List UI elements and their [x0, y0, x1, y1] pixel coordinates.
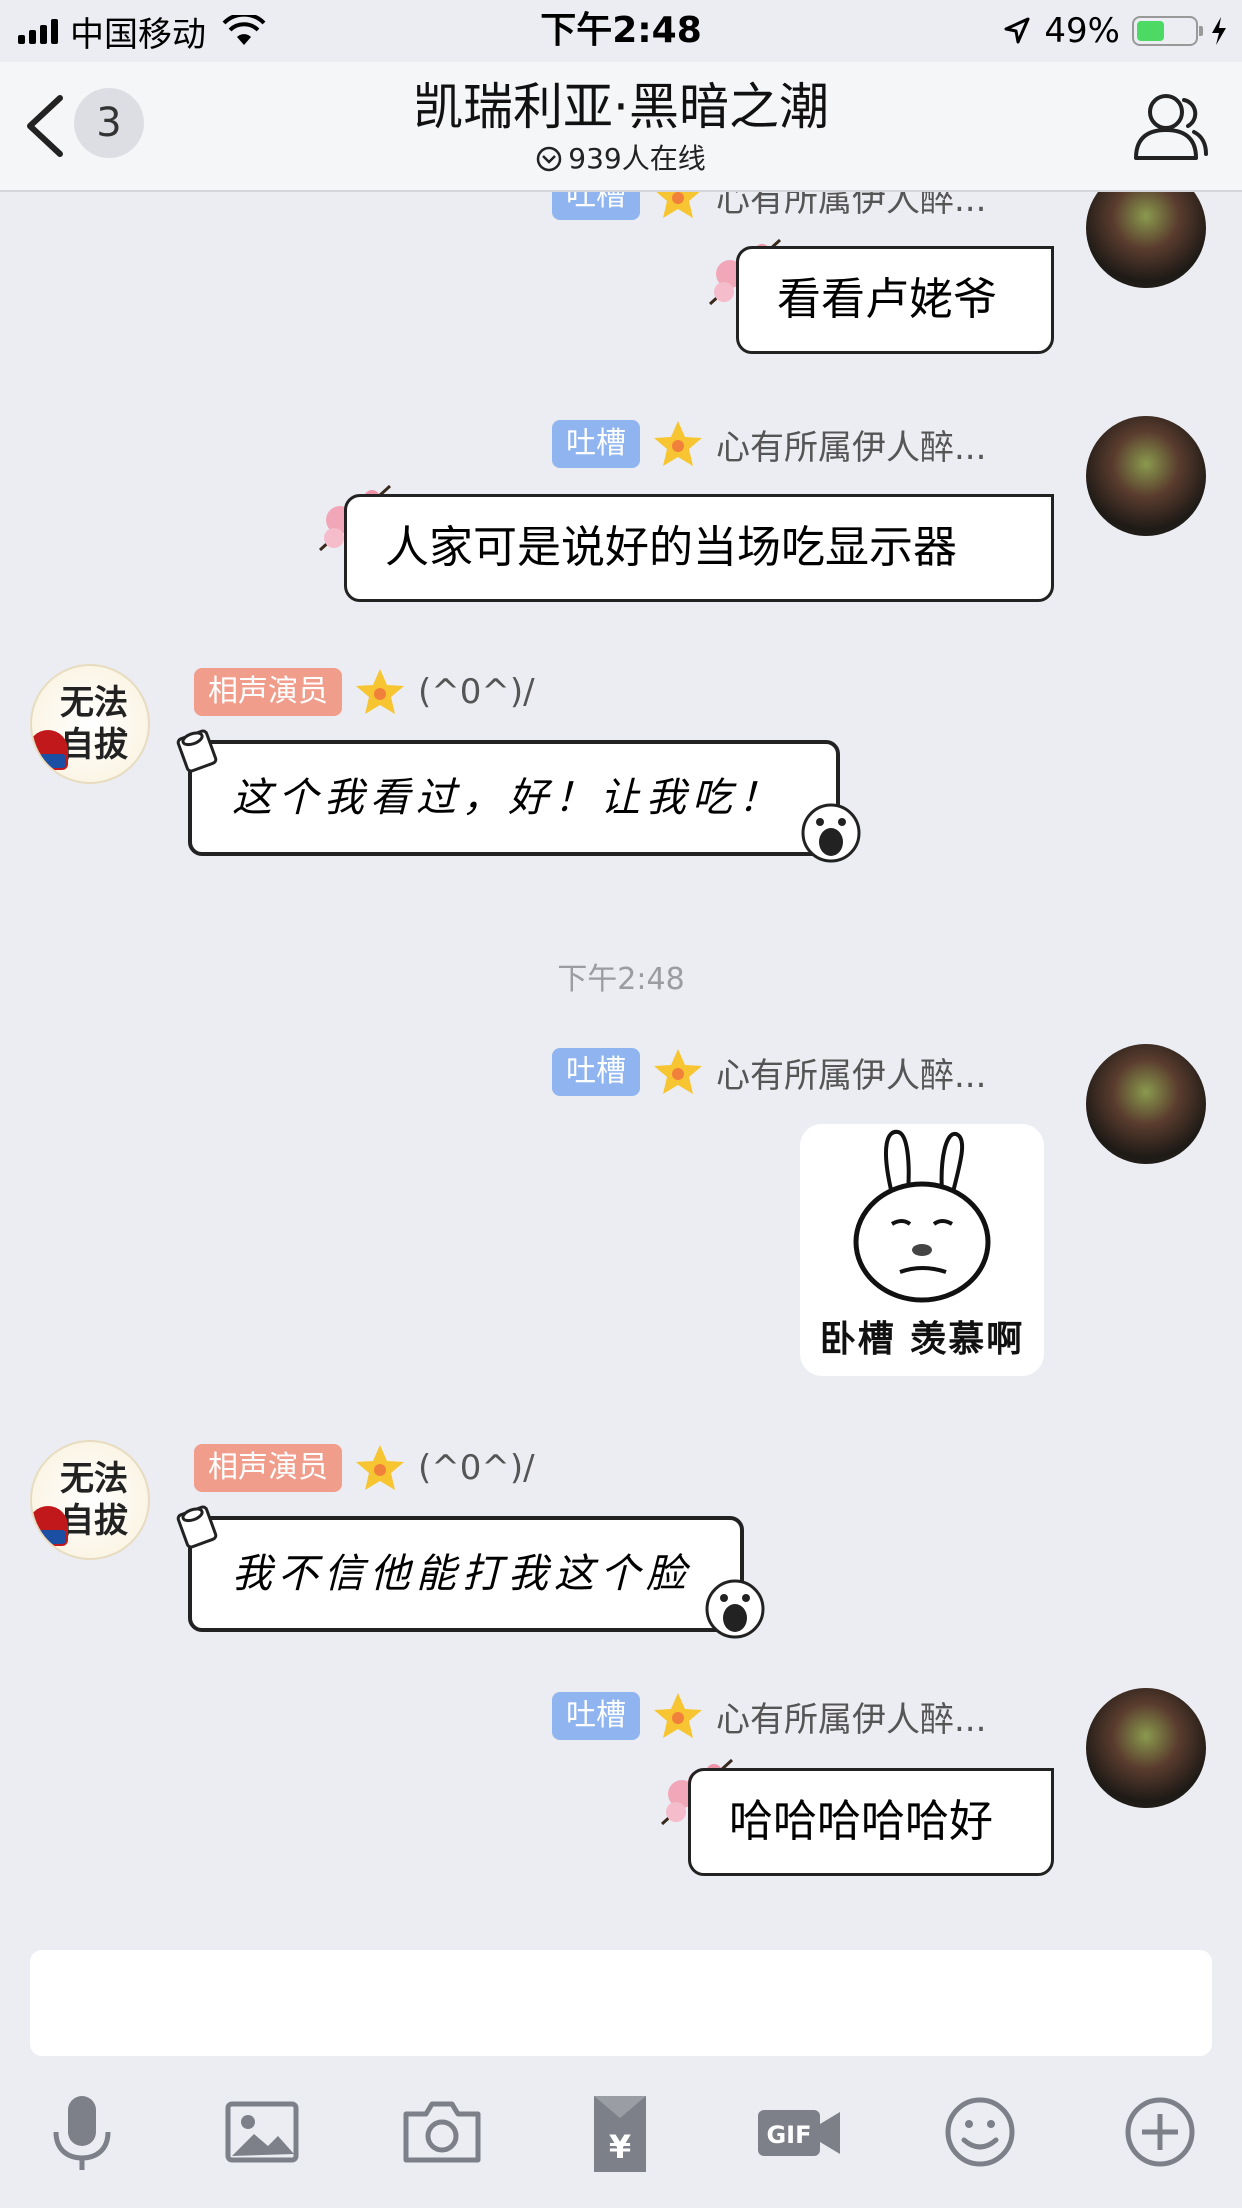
sender-name: (^0^)/: [418, 1448, 535, 1488]
message-text: 看看卢姥爷: [777, 274, 997, 325]
avatar[interactable]: 无法自拔: [30, 1440, 150, 1560]
online-count: 939人在线: [0, 142, 1242, 176]
message-bubble[interactable]: 哈哈哈哈哈好: [688, 1768, 1054, 1876]
svg-text:¥: ¥: [609, 2128, 631, 2166]
message-text: 我不信他能打我这个脸: [232, 1551, 692, 1597]
sender-row: 相声演员 (^0^)/: [194, 666, 535, 718]
star-icon: [356, 1445, 404, 1490]
sender-row: 吐槽 心有所属伊人醉...: [552, 1046, 986, 1098]
avatar[interactable]: [1086, 1044, 1206, 1164]
message-bubble[interactable]: 人家可是说好的当场吃显示器: [344, 494, 1054, 602]
sender-name: 心有所属伊人醉...: [716, 1699, 987, 1740]
message-text: 哈哈哈哈哈好: [729, 1796, 993, 1847]
spiderman-icon: [32, 1506, 68, 1546]
title-tag: 相声演员: [194, 1444, 342, 1492]
sender-row: 吐槽 心有所属伊人醉...: [552, 418, 986, 470]
microphone-icon[interactable]: [38, 2088, 126, 2176]
gif-icon[interactable]: GIF: [756, 2088, 844, 2176]
avatar[interactable]: 无法自拔: [30, 664, 150, 784]
avatar[interactable]: [1086, 1688, 1206, 1808]
sender-name: 心有所属伊人醉...: [716, 1055, 987, 1096]
message-input[interactable]: [30, 1950, 1212, 2056]
toilet-roll-icon: [176, 729, 218, 773]
sender-name: 心有所属伊人醉...: [716, 427, 987, 468]
toilet-roll-icon: [176, 1505, 218, 1549]
title-tag: 相声演员: [194, 668, 342, 716]
star-icon: [654, 421, 702, 466]
star-icon: [356, 669, 404, 714]
chat-area[interactable]: 吐槽 心有所属伊人醉... 看看卢姥爷 吐槽 心有所属伊人醉... 人家可是说好…: [0, 192, 1242, 1947]
bunny-face-icon: [853, 1129, 991, 1303]
time-separator: 下午2:48: [557, 962, 685, 997]
charging-bolt-icon: [1212, 17, 1226, 45]
sender-row: 吐槽 心有所属伊人醉...: [552, 192, 986, 222]
sender-name: (^0^)/: [418, 672, 535, 712]
camera-icon[interactable]: [398, 2088, 486, 2176]
location-arrow-icon: [1004, 17, 1030, 44]
image-icon[interactable]: [218, 2088, 306, 2176]
title-tag: 吐槽: [552, 1048, 640, 1096]
sender-name: 心有所属伊人醉...: [716, 192, 987, 220]
title-tag: 吐槽: [552, 1692, 640, 1740]
online-count-label: 939人在线: [568, 142, 706, 175]
title-tag: 吐槽: [552, 192, 640, 220]
red-packet-icon[interactable]: ¥: [576, 2088, 664, 2176]
emoji-icon[interactable]: [936, 2088, 1024, 2176]
screaming-face-icon: [705, 1579, 765, 1639]
status-bar: 中国移动 下午2:48 49%: [0, 0, 1242, 62]
title-tag: 吐槽: [552, 420, 640, 468]
page-title: 凯瑞利亚·黑暗之潮: [413, 78, 829, 136]
screaming-face-icon: [801, 803, 861, 863]
star-icon: [654, 1693, 702, 1738]
message-bubble[interactable]: 这个我看过，好！让我吃！: [188, 740, 840, 856]
nav-bar: 3 凯瑞利亚·黑暗之潮 939人在线: [0, 62, 1242, 192]
input-toolbar: ¥ GIF: [0, 2088, 1242, 2184]
message-text: 人家可是说好的当场吃显示器: [385, 522, 957, 573]
message-bubble[interactable]: 我不信他能打我这个脸: [188, 1516, 744, 1632]
star-icon: [654, 1049, 702, 1094]
message-bubble[interactable]: 看看卢姥爷: [736, 246, 1054, 354]
chevron-circle-icon: [537, 146, 562, 172]
avatar[interactable]: [1086, 192, 1206, 288]
message-text: 这个我看过，好！让我吃！: [232, 775, 784, 821]
star-icon: [656, 192, 700, 218]
group-members-icon[interactable]: [1132, 90, 1208, 162]
sender-row: 吐槽 心有所属伊人醉...: [552, 1690, 986, 1742]
sender-row: 相声演员 (^0^)/: [194, 1442, 535, 1494]
sticker-image[interactable]: 卧槽 羡慕啊: [800, 1124, 1044, 1376]
svg-text:GIF: GIF: [766, 2121, 811, 2149]
battery-icon: [1132, 16, 1203, 46]
sticker-caption: 卧槽 羡慕啊: [819, 1319, 1025, 1360]
plus-icon[interactable]: [1116, 2088, 1204, 2176]
avatar[interactable]: [1086, 416, 1206, 536]
spiderman-icon: [32, 730, 68, 770]
battery-percent: 49%: [1044, 11, 1120, 51]
